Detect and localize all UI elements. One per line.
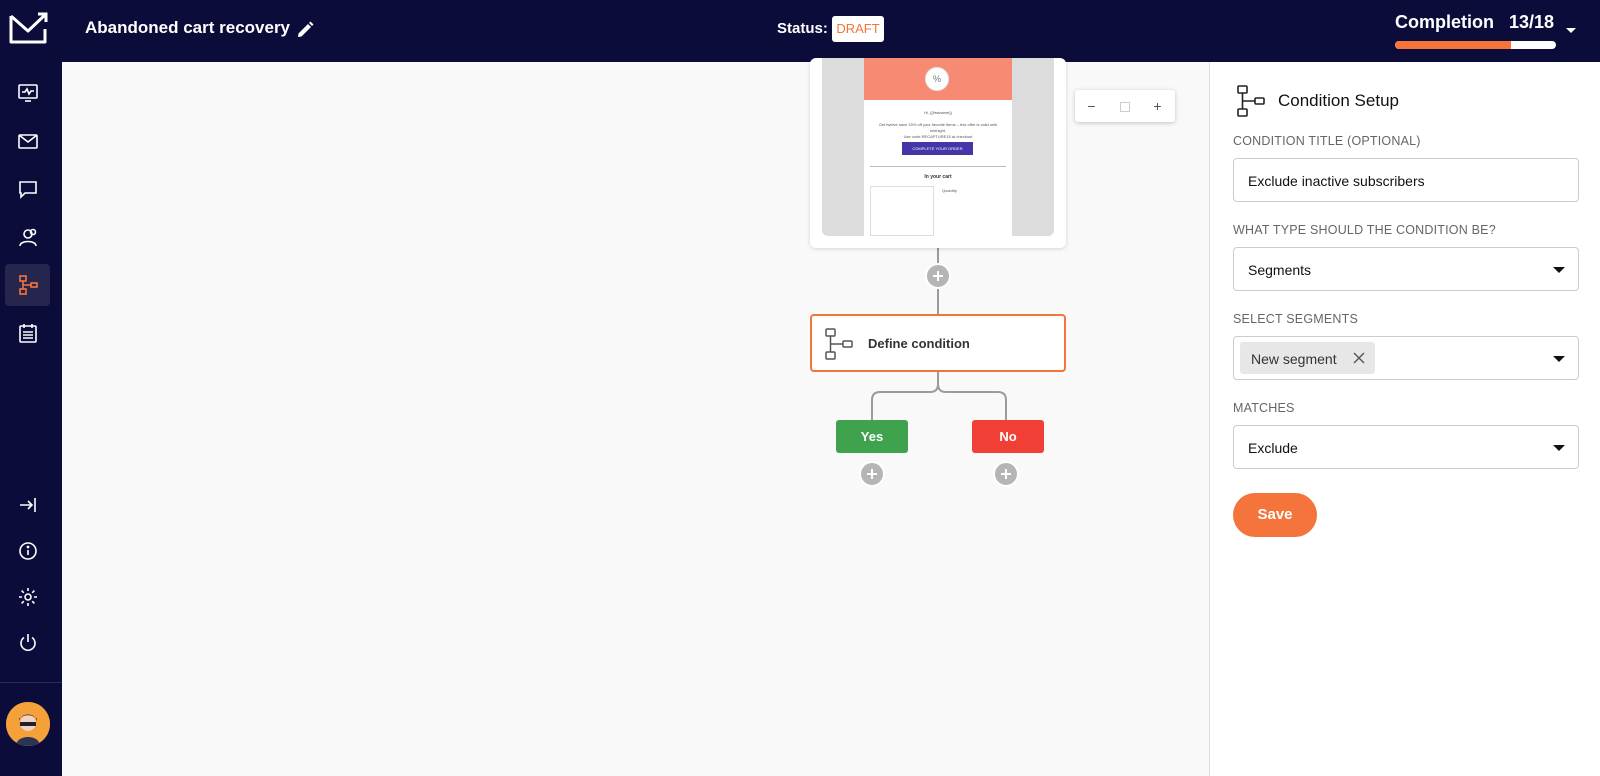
status-label: Status:: [777, 20, 828, 37]
sidebar-item-calendar[interactable]: [5, 312, 50, 354]
power-icon: [19, 634, 36, 651]
email-preview-section-title: In your cart: [924, 174, 952, 180]
pencil-icon[interactable]: [295, 20, 315, 40]
sidebar-item-info[interactable]: [5, 530, 50, 572]
status-badge: DRAFT: [832, 16, 884, 42]
sidebar-item-automation[interactable]: [5, 264, 50, 306]
zoom-fit-button[interactable]: [1108, 90, 1141, 122]
sidebar-item-chat[interactable]: [5, 168, 50, 210]
sidebar-item-email[interactable]: [5, 120, 50, 162]
info-icon: [18, 542, 37, 560]
condition-type-value: Segments: [1248, 262, 1312, 278]
email-preview-cta: COMPLETE YOUR ORDER: [902, 142, 973, 155]
save-button[interactable]: Save: [1233, 493, 1317, 537]
chevron-down-icon[interactable]: [1563, 22, 1579, 38]
collapse-icon: [19, 498, 36, 512]
email-preview-greeting: Hi, {{firstname}}: [924, 110, 952, 115]
user-avatar[interactable]: [6, 702, 50, 746]
chevron-down-icon: [1553, 267, 1565, 273]
flow-canvas[interactable]: % Hi, {{firstname}} Get twelve save 15% …: [62, 58, 1209, 776]
envelope-logo-icon[interactable]: [8, 11, 50, 45]
monitor-icon: [17, 84, 38, 102]
completion-progress-bar: [1395, 41, 1556, 49]
condition-node[interactable]: Define condition: [810, 314, 1066, 372]
gear-icon: [18, 588, 37, 606]
email-preview-quantity: Quantity: [942, 188, 957, 193]
add-step-no-button[interactable]: [993, 461, 1019, 487]
condition-node-label: Define condition: [868, 336, 970, 351]
condition-title-value: Exclude inactive subscribers: [1248, 173, 1425, 189]
email-preview-divider: [870, 166, 1006, 167]
calendar-icon: [18, 324, 37, 343]
email-step-card[interactable]: % Hi, {{firstname}} Get twelve save 15% …: [810, 58, 1066, 248]
sidebar-item-settings[interactable]: [5, 576, 50, 618]
percent-logo-icon: %: [925, 67, 949, 91]
email-preview: % Hi, {{firstname}} Get twelve save 15% …: [822, 58, 1054, 236]
condition-type-label: WHAT TYPE SHOULD THE CONDITION BE?: [1233, 223, 1496, 237]
email-preview-body: Get twelve save 15% off your favorite it…: [872, 122, 1004, 140]
chat-bubble-icon: [18, 181, 37, 199]
sidebar: [0, 62, 62, 776]
top-bar: Abandoned cart recovery Status: DRAFT Co…: [0, 0, 1600, 62]
segment-chip-label: New segment: [1251, 351, 1337, 367]
sidebar-item-dashboard[interactable]: [5, 72, 50, 114]
sidebar-item-logout[interactable]: [5, 622, 50, 664]
contacts-icon: [18, 228, 37, 247]
add-step-yes-button[interactable]: [859, 461, 885, 487]
condition-title-label: CONDITION TITLE (OPTIONAL): [1233, 134, 1421, 148]
chevron-down-icon: [1553, 356, 1565, 362]
email-preview-image-placeholder: [870, 186, 934, 236]
condition-setup-panel: Condition Setup CONDITION TITLE (OPTIONA…: [1209, 62, 1600, 776]
completion-progress-fill: [1395, 41, 1511, 49]
branch-yes[interactable]: Yes: [836, 420, 908, 453]
condition-type-select[interactable]: Segments: [1233, 247, 1579, 291]
email-preview-content: % Hi, {{firstname}} Get twelve save 15% …: [864, 58, 1012, 236]
segments-label: SELECT SEGMENTS: [1233, 312, 1359, 326]
sidebar-divider: [0, 682, 62, 683]
branch-no[interactable]: No: [972, 420, 1044, 453]
zoom-in-button[interactable]: +: [1141, 90, 1174, 122]
sidebar-collapse-button[interactable]: [5, 484, 50, 526]
matches-select[interactable]: Exclude: [1233, 425, 1579, 469]
add-step-button[interactable]: [925, 263, 951, 289]
zoom-out-button[interactable]: −: [1075, 90, 1108, 122]
email-preview-body-line: Get twelve save 15% off your favorite it…: [878, 122, 998, 133]
avatar-person-icon: [6, 702, 50, 746]
condition-title-input[interactable]: Exclude inactive subscribers: [1233, 158, 1579, 202]
email-preview-header: %: [864, 58, 1012, 100]
automation-flow-icon: [18, 275, 38, 295]
segments-select[interactable]: New segment: [1233, 336, 1579, 380]
condition-flow-icon: [1237, 85, 1265, 117]
panel-title: Condition Setup: [1278, 91, 1399, 110]
completion-label: Completion: [1395, 12, 1494, 32]
email-preview-body-line: Use code RECAPTURE15 at checkout: [903, 134, 973, 139]
sidebar-item-contacts[interactable]: [5, 216, 50, 258]
envelope-icon: [17, 134, 38, 149]
fit-screen-icon: [1119, 102, 1130, 113]
matches-label: MATCHES: [1233, 401, 1295, 415]
flow-title: Abandoned cart recovery: [85, 18, 291, 37]
chevron-down-icon: [1553, 445, 1565, 451]
zoom-controls: − +: [1075, 90, 1175, 122]
matches-value: Exclude: [1248, 440, 1298, 456]
condition-flow-icon: [825, 328, 853, 360]
completion-count: 13/18: [1509, 12, 1555, 32]
close-icon[interactable]: [1352, 351, 1366, 365]
segment-chip: New segment: [1240, 342, 1375, 374]
